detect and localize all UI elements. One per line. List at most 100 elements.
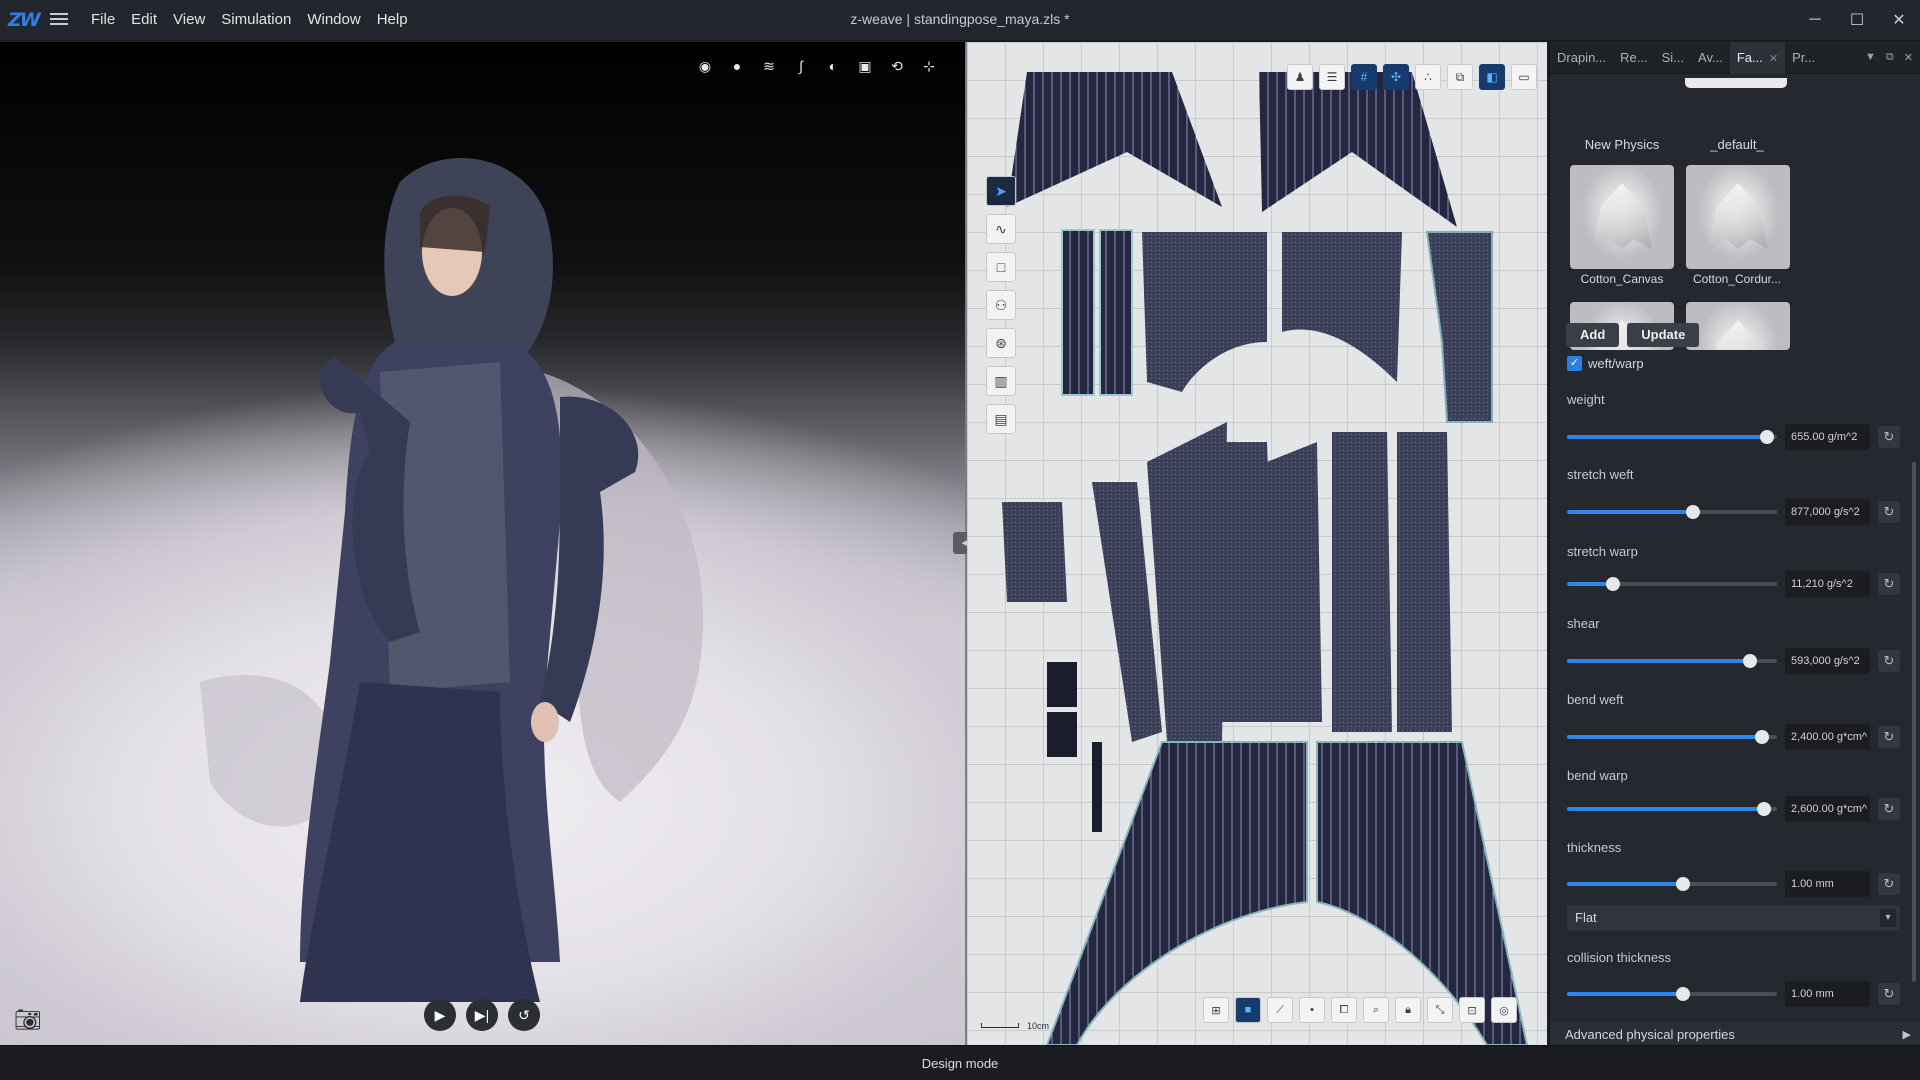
slider-knob[interactable]	[1757, 802, 1772, 816]
layers-icon[interactable]: ≋	[757, 54, 781, 78]
tab-simulation[interactable]: Si...	[1655, 42, 1691, 74]
slider-knob[interactable]	[1675, 987, 1690, 1001]
tab-properties[interactable]: Pr...	[1785, 42, 1822, 74]
curve-tool-icon[interactable]: ∿	[986, 214, 1016, 244]
collision-thickness-value[interactable]: 1.00 mm	[1785, 981, 1870, 1007]
fabric-name-new-physics[interactable]: New Physics	[1567, 137, 1677, 152]
pattern-view-2d[interactable]: ♟ ☰ # ✣ ∴ ⧉ ◧ ▭ ➤ ∿ □ ⚇ ⊛ ▥ ▤ 10cm ⊞ ■ ⟋…	[967, 42, 1547, 1045]
shear-reset-icon[interactable]: ↻	[1878, 650, 1900, 672]
pleat-tool-icon[interactable]: ▥	[986, 366, 1016, 396]
chevron-down-icon[interactable]: ▾	[1880, 909, 1896, 927]
menu-help[interactable]: Help	[369, 11, 416, 28]
avatar-icon[interactable]: ♟	[1287, 64, 1313, 90]
viewport-3d[interactable]: ◉ ● ≋ ∫ ◐ ▣ ⟲ ⊹ ▶ ▶| ↺ 📷︎	[0, 42, 965, 1045]
select-arrow-icon[interactable]: ➤	[986, 176, 1016, 206]
button-tool-icon[interactable]: ⊛	[986, 328, 1016, 358]
shear-value[interactable]: 593,000 g/s^2	[1785, 648, 1870, 674]
tab-close-icon[interactable]: ✕	[1769, 53, 1778, 65]
tab-render[interactable]: Re...	[1613, 42, 1654, 74]
pattern-piece-collar-left[interactable]	[1007, 72, 1222, 207]
select-tool-icon[interactable]: ■	[1235, 997, 1261, 1023]
bend-warp-reset-icon[interactable]: ↻	[1878, 798, 1900, 820]
weight-slider[interactable]	[1567, 430, 1777, 444]
snap-tool-icon[interactable]: ⊞	[1203, 997, 1229, 1023]
panel-undock-icon[interactable]: ⧉	[1886, 51, 1894, 64]
transform-icon[interactable]: ⧠	[1331, 997, 1357, 1023]
arrange-icon[interactable]: ⧉	[1447, 64, 1473, 90]
maximize-icon[interactable]: ☐	[1836, 0, 1878, 40]
pattern-view-icon[interactable]: ◧	[1479, 64, 1505, 90]
bend-warp-slider[interactable]	[1567, 802, 1777, 816]
weight-value[interactable]: 655.00 g/m^2	[1785, 424, 1870, 450]
tab-fabric[interactable]: Fa... ✕	[1729, 42, 1786, 74]
texture-ball-icon[interactable]: ◐	[821, 54, 845, 78]
sewing-tool-icon[interactable]: ⚇	[986, 290, 1016, 320]
slider-knob[interactable]	[1742, 654, 1757, 668]
panel-scrollbar[interactable]	[1912, 462, 1916, 982]
pattern-piece-band[interactable]	[1092, 742, 1102, 832]
pattern-piece-sleeve-2[interactable]	[1397, 432, 1452, 732]
target-icon[interactable]: ◎	[1491, 997, 1517, 1023]
point-icon[interactable]: •	[1299, 997, 1325, 1023]
rectangle-tool-icon[interactable]: □	[986, 252, 1016, 282]
grid-icon[interactable]: #	[1351, 64, 1377, 90]
stretch-warp-slider[interactable]	[1567, 577, 1777, 591]
stretch-warp-value[interactable]: 11,210 g/s^2	[1785, 571, 1870, 597]
stretch-weft-reset-icon[interactable]: ↻	[1878, 501, 1900, 523]
measure-tool-icon[interactable]: ▤	[986, 404, 1016, 434]
stretch-weft-value[interactable]: 877,000 g/s^2	[1785, 499, 1870, 525]
collision-thickness-slider[interactable]	[1567, 987, 1777, 1001]
thickness-reset-icon[interactable]: ↻	[1878, 873, 1900, 895]
add-button[interactable]: Add	[1566, 323, 1620, 347]
hamburger-menu-icon[interactable]	[50, 10, 68, 28]
shear-slider[interactable]	[1567, 654, 1777, 668]
tab-avatar[interactable]: Av...	[1691, 42, 1730, 74]
weight-reset-icon[interactable]: ↻	[1878, 426, 1900, 448]
ruler-icon[interactable]: ▭	[1511, 64, 1537, 90]
lock-icon[interactable]: 🔒︎	[1395, 997, 1421, 1023]
bend-weft-value[interactable]: 2,400.00 g*cm^	[1785, 724, 1870, 750]
collision-thickness-reset-icon[interactable]: ↻	[1878, 983, 1900, 1005]
advanced-properties-row[interactable]: Advanced physical properties ▶	[1550, 1022, 1920, 1045]
fabric-card-default[interactable]	[1685, 78, 1787, 88]
zoom-icon[interactable]: ⌕	[1363, 997, 1389, 1023]
slider-knob[interactable]	[1686, 505, 1700, 519]
snap-icon[interactable]: ✣	[1383, 64, 1409, 90]
fit-icon[interactable]: ⊡	[1459, 997, 1485, 1023]
step-forward-icon[interactable]: ▶|	[466, 999, 498, 1031]
thickness-value[interactable]: 1.00 mm	[1785, 871, 1870, 897]
thickness-mode-dropdown[interactable]: Flat ▾	[1567, 905, 1900, 931]
pattern-list-icon[interactable]: ☰	[1319, 64, 1345, 90]
shading-sphere-icon[interactable]: ●	[725, 54, 749, 78]
pattern-piece-panel-2[interactable]	[1267, 442, 1322, 722]
pattern-piece-yoke-right[interactable]	[1282, 232, 1402, 382]
fabric-card-cotton-corduroy[interactable]	[1686, 165, 1790, 269]
rotate-view-icon[interactable]: ⟲	[885, 54, 909, 78]
update-button[interactable]: Update	[1627, 323, 1700, 347]
slider-knob[interactable]	[1606, 577, 1621, 591]
weft-warp-checkbox[interactable]: ✓	[1567, 356, 1582, 371]
pattern-piece-front[interactable]	[1147, 422, 1227, 742]
slider-knob[interactable]	[1759, 430, 1774, 444]
tab-draping[interactable]: Drapin...	[1550, 42, 1613, 74]
minimize-icon[interactable]: ─	[1794, 0, 1836, 40]
close-icon[interactable]: ✕	[1878, 0, 1920, 40]
stretch-weft-slider[interactable]	[1567, 505, 1777, 519]
menu-edit[interactable]: Edit	[123, 11, 165, 28]
garment-icon[interactable]: ▣	[853, 54, 877, 78]
menu-window[interactable]: Window	[299, 11, 368, 28]
menu-simulation[interactable]: Simulation	[213, 11, 299, 28]
tab-dropdown-icon[interactable]: ▼	[1865, 51, 1876, 64]
render-style-icon[interactable]: ◉	[693, 54, 717, 78]
bend-warp-value[interactable]: 2,600.00 g*cm^	[1785, 796, 1870, 822]
pattern-piece-collar-right[interactable]	[1259, 72, 1457, 227]
play-icon[interactable]: ▶	[424, 999, 456, 1031]
menu-file[interactable]: File	[83, 11, 123, 28]
camera-icon[interactable]: 📷︎	[14, 1007, 42, 1032]
bend-weft-reset-icon[interactable]: ↻	[1878, 726, 1900, 748]
pattern-piece-sleeve-1[interactable]	[1332, 432, 1392, 732]
curve-icon[interactable]: ∫	[789, 54, 813, 78]
axis-icon[interactable]: ⊹	[917, 54, 941, 78]
panel-close-icon[interactable]: ✕	[1904, 51, 1913, 64]
pattern-piece-strip-2[interactable]	[1099, 229, 1133, 396]
